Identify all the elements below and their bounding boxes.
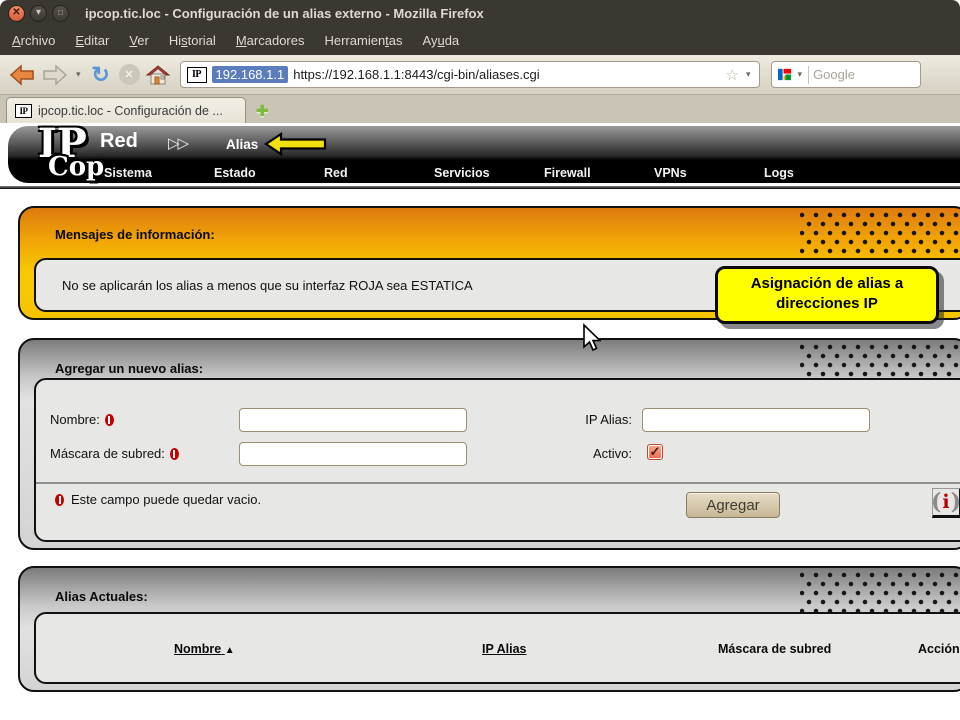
tab-title: ipcop.tic.loc - Configuración de ... — [38, 104, 223, 118]
nav-servicios[interactable]: Servicios — [434, 166, 544, 180]
maximize-button[interactable]: □ — [52, 5, 69, 22]
add-panel-title: Agregar un nuevo alias: — [55, 361, 203, 376]
nombre-label: Nombre: — [50, 412, 114, 427]
dot-pattern-decoration — [800, 571, 960, 615]
search-input[interactable] — [813, 67, 897, 82]
breadcrumb-page: Alias — [226, 137, 258, 152]
yellow-pointer-arrow-icon — [264, 132, 328, 156]
nav-estado[interactable]: Estado — [214, 166, 324, 180]
required-field-icon — [105, 414, 114, 426]
window-controls: ✕ ▾ □ — [8, 5, 69, 22]
header-divider — [0, 186, 960, 189]
breadcrumb-separator-icon: ▷▷ — [168, 134, 187, 152]
required-field-icon — [55, 494, 64, 506]
nav-red[interactable]: Red — [324, 166, 434, 180]
bookmark-star-icon[interactable]: ☆ — [726, 66, 739, 84]
page-content: IP Cop Red ▷▷ Alias Sistema Estado Red S… — [0, 123, 960, 720]
back-history-dropdown[interactable]: ▾ — [74, 69, 83, 80]
back-arrow-icon — [8, 63, 36, 87]
activo-label: Activo: — [536, 446, 632, 461]
form-divider — [36, 482, 960, 484]
current-panel-title: Alias Actuales: — [55, 589, 148, 604]
add-alias-panel: Agregar un nuevo alias: Nombre: IP Alias… — [18, 338, 960, 550]
new-tab-button[interactable]: ✚ — [256, 102, 269, 123]
required-field-icon — [170, 448, 179, 460]
field-note: Este campo puede quedar vacio. — [55, 492, 261, 507]
menu-bar: Archivo Editar Ver Historial Marcadores … — [0, 26, 960, 55]
mascara-input[interactable] — [239, 442, 467, 466]
column-ip-alias-sort[interactable]: IP Alias — [482, 642, 526, 656]
google-logo-icon — [777, 67, 792, 82]
annotation-callout: Asignación de alias a direcciones IP — [715, 266, 939, 324]
nombre-input[interactable] — [239, 408, 467, 432]
firefox-window: ✕ ▾ □ ipcop.tic.loc - Configuración de u… — [0, 0, 960, 720]
url-selected-text: 192.168.1.1 — [212, 66, 289, 83]
nav-sistema[interactable]: Sistema — [104, 166, 214, 180]
tab-favicon: IP — [15, 104, 32, 118]
home-button[interactable] — [145, 63, 171, 87]
menu-historial[interactable]: Historial — [169, 33, 216, 48]
search-engine-dropdown[interactable]: ▾ — [796, 69, 805, 80]
column-mascara: Máscara de subred — [718, 642, 831, 656]
agregar-button[interactable]: Agregar — [686, 492, 780, 518]
sort-ascending-icon: ▲ — [225, 645, 235, 656]
home-icon — [145, 63, 171, 87]
add-alias-form: Nombre: IP Alias: Máscara de subred: Act… — [34, 378, 960, 542]
activo-checkbox[interactable]: ✓ — [647, 444, 663, 460]
forward-arrow-icon — [41, 63, 69, 87]
menu-ver[interactable]: Ver — [129, 33, 149, 48]
tab-bar: IP ipcop.tic.loc - Configuración de ... … — [0, 95, 960, 123]
menu-editar[interactable]: Editar — [75, 33, 109, 48]
menu-marcadores[interactable]: Marcadores — [236, 33, 305, 48]
ip-alias-input[interactable] — [642, 408, 870, 432]
nav-vpns[interactable]: VPNs — [654, 166, 764, 180]
url-dropdown[interactable]: ▾ — [744, 69, 753, 80]
navigation-toolbar: ▾ ↻ ✕ IP 192.168.1.1 https://192.168.1.1… — [0, 55, 960, 95]
aliases-table: Nombre ▲ IP Alias Máscara de subred Acci… — [34, 612, 960, 684]
refresh-button[interactable]: ↻ — [88, 62, 114, 88]
nav-firewall[interactable]: Firewall — [544, 166, 654, 180]
ip-alias-label: IP Alias: — [536, 412, 632, 427]
breadcrumb-section: Red — [100, 130, 138, 153]
ipcop-header: IP Cop Red ▷▷ Alias Sistema Estado Red S… — [8, 126, 960, 183]
minimize-button[interactable]: ▾ — [30, 5, 47, 22]
column-accion: Acción — [918, 642, 960, 656]
search-bar[interactable]: ▾ — [771, 61, 921, 88]
window-title: ipcop.tic.loc - Configuración de un alia… — [85, 6, 484, 21]
current-aliases-panel: Alias Actuales: Nombre ▲ IP Alias Máscar… — [18, 566, 960, 692]
url-text: https://192.168.1.1:8443/cgi-bin/aliases… — [293, 67, 539, 82]
menu-herramientas[interactable]: Herramientas — [324, 33, 402, 48]
menu-ayuda[interactable]: Ayuda — [423, 33, 460, 48]
table-header-row: Nombre ▲ IP Alias Máscara de subred Acci… — [36, 642, 960, 662]
site-favicon: IP — [187, 67, 207, 83]
back-button[interactable] — [8, 63, 36, 87]
menu-archivo[interactable]: Archivo — [12, 33, 55, 48]
ipcop-nav: Sistema Estado Red Servicios Firewall VP… — [8, 166, 960, 180]
column-nombre-sort[interactable]: Nombre ▲ — [174, 642, 235, 656]
close-button[interactable]: ✕ — [8, 5, 25, 22]
forward-button[interactable] — [41, 63, 69, 87]
info-panel-title: Mensajes de información: — [55, 227, 215, 242]
mascara-label: Máscara de subred: — [50, 446, 179, 461]
titlebar: ✕ ▾ □ ipcop.tic.loc - Configuración de u… — [0, 0, 960, 26]
url-bar[interactable]: IP 192.168.1.1 https://192.168.1.1:8443/… — [180, 61, 760, 88]
help-info-icon[interactable]: ( i ) — [932, 488, 960, 518]
stop-button[interactable]: ✕ — [119, 64, 140, 85]
dot-pattern-decoration — [800, 211, 960, 255]
info-message-text: No se aplicarán los alias a menos que su… — [62, 260, 473, 310]
nav-logs[interactable]: Logs — [764, 166, 874, 180]
mouse-cursor — [581, 323, 601, 353]
